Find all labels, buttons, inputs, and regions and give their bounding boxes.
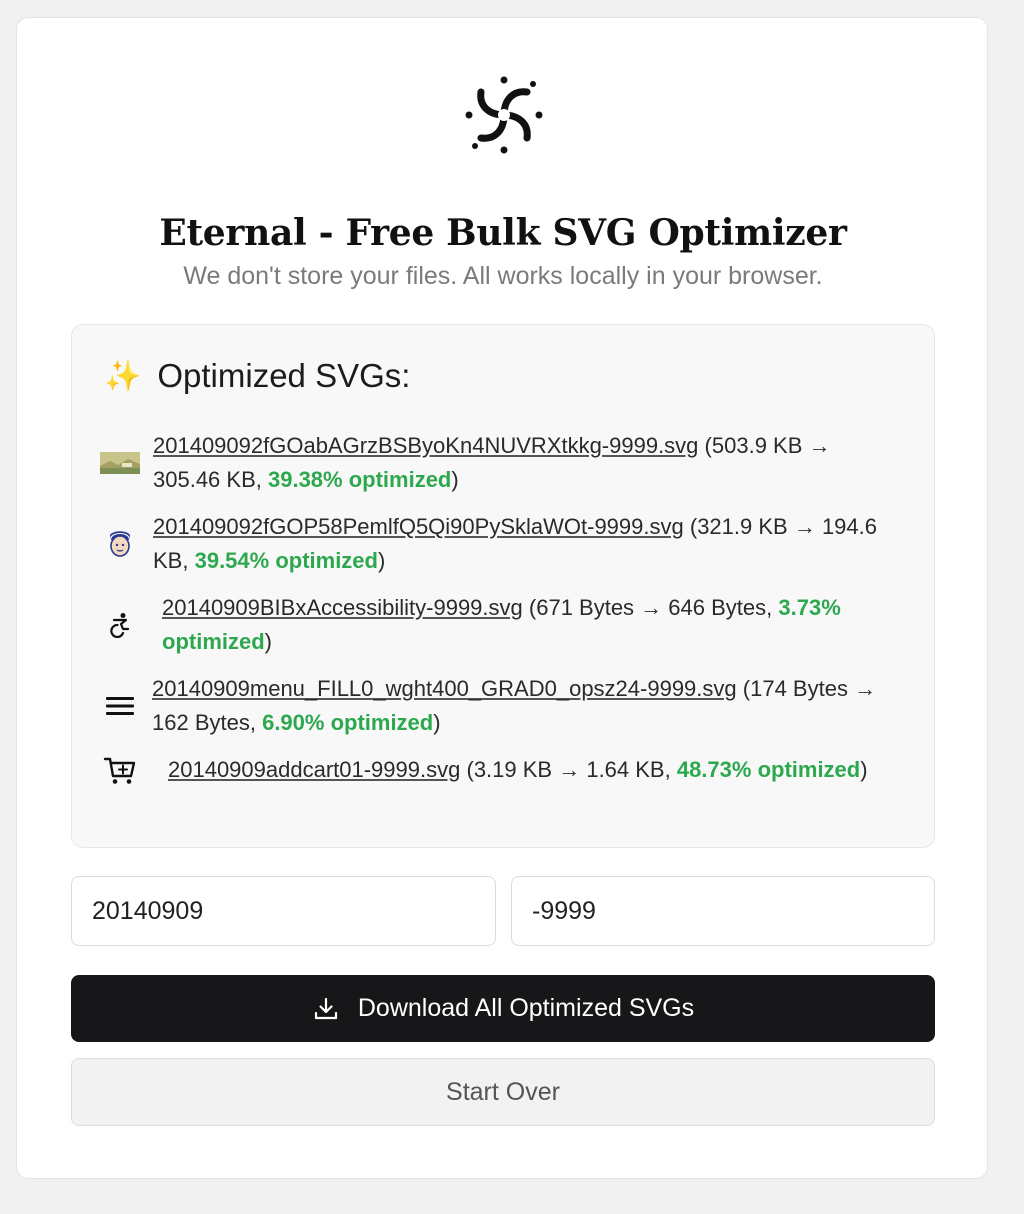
original-size: 3.19 KB <box>473 757 553 782</box>
download-icon <box>314 997 337 1019</box>
original-size: 503.9 KB <box>711 433 803 458</box>
optimized-size: 305.46 KB <box>153 467 256 492</box>
file-link[interactable]: 201409092fGOP58PemlfQ5Qi90PySklaWOt-9999… <box>153 514 684 539</box>
file-entry: 20140909addcart01-9999.svg (3.19 KB → 1.… <box>168 757 868 782</box>
optimization-percent: 48.73% optimized <box>676 757 861 782</box>
original-size: 321.9 KB <box>697 514 788 539</box>
start-over-button[interactable]: Start Over <box>71 1058 935 1126</box>
original-size: 174 Bytes <box>750 676 848 701</box>
file-entry: 20140909menu_FILL0_wght400_GRAD0_opsz24-… <box>152 676 877 735</box>
sparkles-icon: ✨ <box>104 359 142 393</box>
page-subtitle: We don't store your files. All works loc… <box>183 262 823 290</box>
suffix-input[interactable] <box>511 876 935 946</box>
avatar-face-icon <box>100 529 140 559</box>
file-entry: 20140909BIBxAccessibility-9999.svg (671 … <box>162 595 841 654</box>
list-item: 20140909addcart01-9999.svg (3.19 KB → 1.… <box>100 753 900 787</box>
optimization-percent: 39.54% optimized <box>194 548 378 573</box>
landscape-thumbnail-icon <box>100 452 140 474</box>
file-link[interactable]: 20140909addcart01-9999.svg <box>168 757 460 782</box>
add-cart-icon <box>100 754 140 786</box>
optimizer-card: Eternal - Free Bulk SVG Optimizer We don… <box>16 17 988 1179</box>
optimization-percent: 39.38% optimized <box>267 467 452 492</box>
file-entry: 201409092fGOP58PemlfQ5Qi90PySklaWOt-9999… <box>153 514 877 573</box>
optimized-size: 646 Bytes <box>668 595 767 620</box>
file-entry: 201409092fGOabAGrzBSByoKn4NUVRXtkkg-9999… <box>153 433 831 492</box>
download-all-button[interactable]: Download All Optimized SVGs <box>71 975 935 1042</box>
accessibility-icon <box>100 612 140 638</box>
list-item: 201409092fGOabAGrzBSByoKn4NUVRXtkkg-9999… <box>100 429 900 497</box>
page-title: Eternal - Free Bulk SVG Optimizer <box>159 212 847 254</box>
prefix-input[interactable] <box>71 876 496 946</box>
optimized-size: 1.64 KB <box>586 757 665 782</box>
menu-icon <box>100 695 140 717</box>
list-item: 20140909menu_FILL0_wght400_GRAD0_opsz24-… <box>100 672 900 740</box>
original-size: 671 Bytes <box>536 595 635 620</box>
results-heading-label: Optimized SVGs: <box>157 357 411 394</box>
download-all-label: Download All Optimized SVGs <box>357 994 695 1022</box>
swirl-galaxy-icon <box>463 74 545 156</box>
optimized-results-panel: ✨ Optimized SVGs: 201409092fGOabAGrzBSBy… <box>71 324 935 848</box>
file-link[interactable]: 20140909BIBxAccessibility-9999.svg <box>162 595 523 620</box>
list-item: 20140909BIBxAccessibility-9999.svg (671 … <box>100 591 900 659</box>
optimized-size: 162 Bytes <box>152 710 250 735</box>
file-link[interactable]: 201409092fGOabAGrzBSByoKn4NUVRXtkkg-9999… <box>153 433 698 458</box>
file-link[interactable]: 20140909menu_FILL0_wght400_GRAD0_opsz24-… <box>152 676 737 701</box>
results-heading: ✨ Optimized SVGs: <box>104 357 410 395</box>
list-item: 201409092fGOP58PemlfQ5Qi90PySklaWOt-9999… <box>100 510 900 578</box>
optimization-percent: 6.90% optimized <box>262 710 434 735</box>
